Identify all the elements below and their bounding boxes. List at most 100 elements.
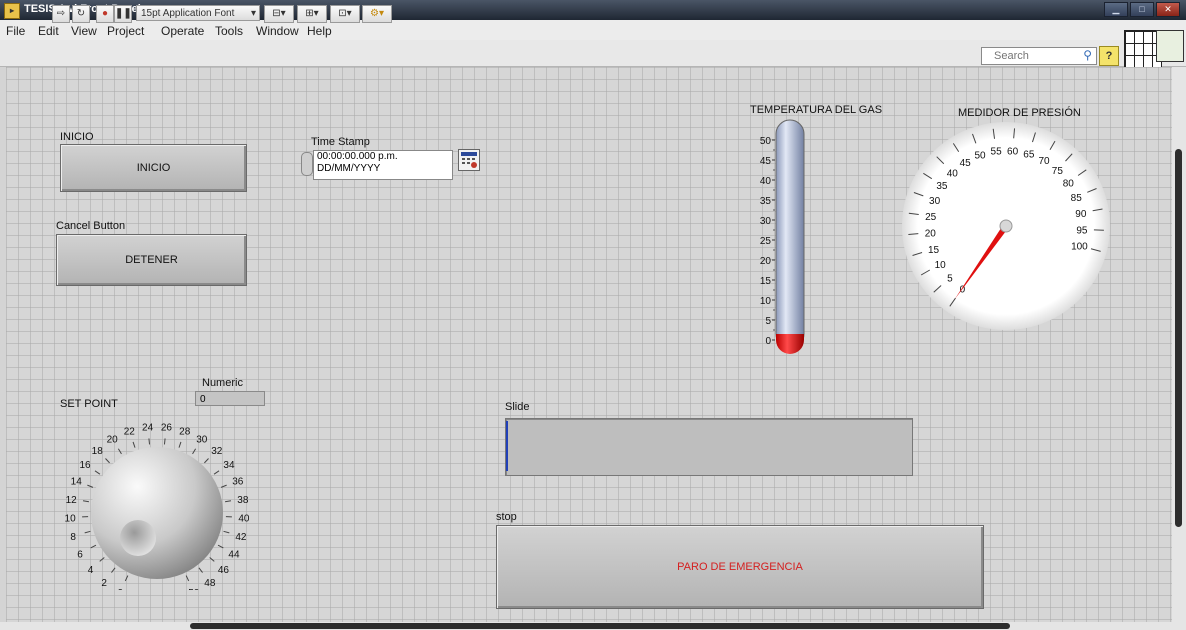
- gauge-tick-label: 5: [947, 273, 953, 284]
- vertical-scroll-thumb[interactable]: [1175, 149, 1182, 527]
- knob-tick-label: 10: [65, 514, 77, 525]
- emergency-stop-button[interactable]: PARO DE EMERGENCIA: [496, 525, 984, 609]
- knob-tick: [217, 544, 224, 549]
- knob-tick: [223, 530, 230, 534]
- pause-icon[interactable]: ❚❚: [114, 5, 132, 23]
- horizontal-scrollbar[interactable]: [0, 622, 1186, 630]
- knob-tick: [84, 530, 91, 534]
- gauge-tick-label: 70: [1038, 156, 1050, 167]
- thermometer-tick-label: 35: [760, 196, 772, 207]
- search-input[interactable]: [992, 48, 1082, 64]
- align-objects-icon[interactable]: ⊟▾: [264, 5, 294, 23]
- knob-tick: [99, 557, 105, 562]
- knob-tick-label: 34: [223, 460, 235, 471]
- knob-tick-label: 6: [77, 550, 83, 561]
- thermometer-tick-label: 0: [765, 336, 771, 347]
- reorder-icon[interactable]: ⚙▾: [362, 5, 392, 23]
- knob-tick-label: 0: [117, 588, 123, 590]
- gauge-tick-label: 20: [925, 229, 937, 240]
- menu-project[interactable]: Project: [107, 24, 144, 38]
- knob-tick: [185, 575, 190, 582]
- maximize-icon[interactable]: □: [1130, 2, 1154, 17]
- distribute-objects-icon[interactable]: ⊞▾: [297, 5, 327, 23]
- search-icon[interactable]: ⚲: [1083, 48, 1092, 62]
- menu-tools[interactable]: Tools: [215, 24, 243, 38]
- help-icon[interactable]: ?: [1099, 46, 1119, 66]
- menu-help[interactable]: Help: [307, 24, 332, 38]
- timestamp-control[interactable]: 00:00:00.000 p.m. DD/MM/YYYY: [313, 150, 453, 180]
- detener-button[interactable]: DETENER: [56, 234, 247, 286]
- gauge-tick-label: 30: [929, 196, 941, 207]
- horizontal-scroll-thumb[interactable]: [190, 623, 1010, 629]
- gauge-label: MEDIDOR DE PRESIÓN: [958, 107, 1081, 119]
- resize-objects-icon[interactable]: ⊡▾: [330, 5, 360, 23]
- slide-label: Slide: [505, 401, 530, 413]
- abort-icon[interactable]: ●: [96, 5, 114, 23]
- knob-tick: [111, 567, 116, 573]
- knob-tick: [82, 500, 90, 503]
- knob-tick-label: 26: [161, 423, 173, 434]
- vi-icon[interactable]: [1156, 30, 1184, 62]
- knob-tick-label: 22: [124, 427, 136, 438]
- gauge-tick-label: 55: [991, 147, 1003, 158]
- gauge-tick-label: 95: [1076, 225, 1088, 236]
- gauge-tick-label: 65: [1023, 150, 1035, 161]
- run-continuously-icon[interactable]: ↻: [72, 5, 90, 23]
- window-controls: ▁ □ ✕: [1104, 2, 1180, 17]
- chevron-down-icon: ▾: [250, 8, 256, 19]
- knob-tick-label: 38: [237, 495, 249, 506]
- gauge-tick-label: 85: [1071, 193, 1083, 204]
- gauge-tick-label: 25: [925, 212, 937, 223]
- knob-tick: [163, 438, 166, 445]
- knob-tick: [132, 441, 136, 448]
- minimize-icon[interactable]: ▁: [1104, 2, 1128, 17]
- knob-tick: [124, 575, 129, 582]
- labview-icon: ▸: [4, 3, 20, 19]
- calendar-icon[interactable]: [458, 149, 480, 171]
- menu-edit[interactable]: Edit: [38, 24, 59, 38]
- knob-tick-label: 16: [79, 460, 91, 471]
- slide-control[interactable]: [505, 418, 913, 476]
- knob-body[interactable]: [91, 447, 223, 579]
- setpoint-knob[interactable]: 0246810121416182022242628303234363840424…: [55, 405, 265, 590]
- thermometer-level: [776, 334, 804, 354]
- thermometer-tick-label: 25: [760, 236, 772, 247]
- font-dropdown[interactable]: 15pt Application Font ▾: [136, 5, 260, 21]
- gauge-tick-label: 35: [936, 181, 948, 192]
- slide-pointer[interactable]: [506, 421, 508, 471]
- timestamp-label: Time Stamp: [311, 136, 370, 148]
- menu-file[interactable]: File: [6, 24, 25, 38]
- inicio-button-text: INICIO: [136, 162, 171, 174]
- timestamp-increment[interactable]: [301, 152, 313, 176]
- knob-tick-label: 44: [228, 550, 240, 561]
- pressure-gauge: 05101520253035404550 55 60 6570758085909510…: [902, 122, 1110, 330]
- inicio-button[interactable]: INICIO: [60, 144, 247, 192]
- timestamp-time: 00:00:00.000 p.m.: [317, 151, 398, 162]
- menu-view[interactable]: View: [71, 24, 97, 38]
- font-dropdown-label: 15pt Application Font: [141, 8, 235, 19]
- vertical-scrollbar[interactable]: [1172, 67, 1186, 622]
- thermometer-tick-label: 40: [760, 176, 772, 187]
- gauge-tick-label: 90: [1075, 209, 1087, 220]
- thermometer-tick-label: 50: [760, 136, 772, 147]
- knob-tick-label: 48: [204, 578, 216, 589]
- gauge-tick-label: 15: [928, 245, 940, 256]
- menu-operate[interactable]: Operate: [161, 24, 204, 38]
- knob-tick-label: 18: [92, 446, 104, 457]
- knob-tick-label: 46: [218, 565, 230, 576]
- run-arrow-icon[interactable]: ⇨: [52, 5, 70, 23]
- menu-window[interactable]: Window: [256, 24, 299, 38]
- gauge-tick-label: 45: [960, 158, 972, 169]
- numeric-label: Numeric: [202, 377, 243, 389]
- gauge-tick-label: 80: [1063, 178, 1075, 189]
- thermometer-tick-label: 15: [760, 276, 772, 287]
- knob-tick-label: 2: [101, 578, 107, 589]
- gauge-tick-label: 100: [1071, 242, 1088, 253]
- knob-tick-label: 30: [196, 434, 208, 445]
- knob-tick-label: 36: [232, 477, 244, 488]
- close-icon[interactable]: ✕: [1156, 2, 1180, 17]
- knob-tick: [87, 484, 94, 488]
- knob-tick: [117, 448, 122, 455]
- search-box[interactable]: ⚲: [981, 47, 1097, 65]
- knob-tick-label: 32: [211, 446, 223, 457]
